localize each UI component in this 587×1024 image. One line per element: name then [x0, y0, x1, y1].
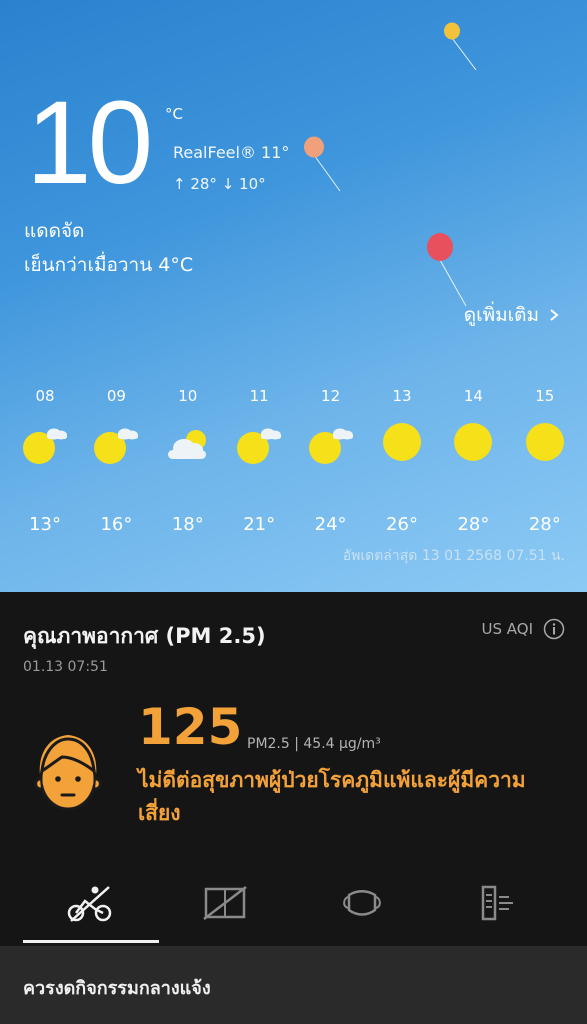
sun-cloud-icon	[296, 422, 366, 492]
chevron-right-icon	[550, 309, 559, 321]
advice-text: ควรงดกิจกรรมกลางแจ้ง	[23, 978, 211, 999]
hourly-item: 12 24°	[296, 386, 366, 535]
hour-label: 09	[106, 387, 126, 405]
info-icon[interactable]	[543, 618, 565, 640]
hourly-item: 15 28°	[510, 386, 580, 535]
hourly-item: 11 21°	[224, 386, 294, 535]
hour-label: 11	[249, 387, 269, 405]
balloon-red-image	[427, 233, 467, 307]
unhappy-face-icon	[34, 735, 102, 811]
sun-icon	[510, 422, 580, 492]
see-more-label: ดูเพิ่มเติม	[463, 304, 539, 326]
high-low-temperature: ↑ 28° ↓ 10°	[173, 175, 266, 193]
sun-cloud-icon	[10, 422, 80, 492]
hourly-item: 14 28°	[438, 386, 508, 535]
hour-label: 08	[35, 387, 55, 405]
tab-air-purifier[interactable]	[427, 862, 567, 944]
sun-cloud-icon	[81, 422, 151, 492]
hour-temperature: 28°	[528, 514, 561, 535]
tab-mask[interactable]	[292, 862, 432, 944]
aqi-standard-label: US AQI	[481, 620, 534, 638]
see-more-link[interactable]: ดูเพิ่มเติม	[464, 300, 559, 330]
aqi-standard[interactable]: US AQI	[482, 618, 566, 640]
aqi-value: 125	[138, 698, 243, 756]
aqi-description: ไม่ดีต่อสุขภาพผู้ป่วยโรคภูมิแพ้และผู้มีค…	[138, 768, 526, 825]
hour-label: 13	[392, 387, 412, 405]
sun-icon	[367, 422, 437, 492]
advice-tabs	[0, 862, 587, 944]
sun-cloud-icon	[224, 422, 294, 492]
hour-temperature: 18°	[171, 514, 204, 535]
air-purifier-icon	[481, 885, 513, 921]
last-updated: อัพเดตล่าสุด 13 01 2568 07.51 น.	[342, 548, 565, 564]
cycling-icon	[67, 886, 112, 922]
hourly-item: 13 26°	[367, 386, 437, 535]
sun-icon	[438, 422, 508, 492]
hour-temperature: 13°	[29, 514, 61, 535]
air-quality-title: คุณภาพอากาศ (PM 2.5)	[23, 624, 266, 648]
hour-temperature: 24°	[314, 514, 347, 535]
hour-temperature: 28°	[457, 514, 490, 535]
tab-outdoor-activity[interactable]	[21, 862, 161, 944]
hour-temperature: 21°	[243, 514, 276, 535]
hourly-forecast: 08 13° 09 16° 10 18° 11 21° 12 24° 13 26° 14 28° 15 28°	[10, 386, 587, 536]
current-temperature: 10	[26, 77, 153, 209]
weather-panel: 10 °C RealFeel® 11° ↑ 28° ↓ 10° แดดจัด เ…	[0, 0, 587, 592]
balloon-yellow-image	[444, 22, 477, 71]
balloon-peach-image	[304, 136, 341, 192]
hourly-item: 08 13°	[10, 386, 80, 535]
temperature-unit: °C	[165, 105, 183, 123]
tab-window[interactable]	[155, 862, 295, 944]
hourly-item: 09 16°	[81, 386, 151, 535]
hourly-item: 10 18°	[153, 386, 223, 535]
air-quality-timestamp: 01.13 07:51	[23, 659, 108, 675]
realfeel-temperature: RealFeel® 11°	[173, 143, 290, 162]
hour-label: 15	[535, 387, 555, 405]
hour-label: 10	[178, 387, 198, 405]
hour-temperature: 26°	[386, 514, 418, 535]
hour-label: 14	[463, 387, 483, 405]
pm25-detail: PM2.5 | 45.4 μg/m³	[247, 736, 381, 752]
hour-temperature: 16°	[100, 514, 133, 535]
active-tab-indicator	[23, 940, 159, 943]
weather-condition: แดดจัด	[24, 220, 85, 242]
hour-label: 12	[321, 387, 341, 405]
window-closed-icon	[203, 886, 247, 920]
face-mask-icon	[343, 890, 381, 916]
yesterday-comparison: เย็นกว่าเมื่อวาน 4°C	[24, 254, 194, 276]
cloud-sun-icon	[153, 422, 223, 492]
